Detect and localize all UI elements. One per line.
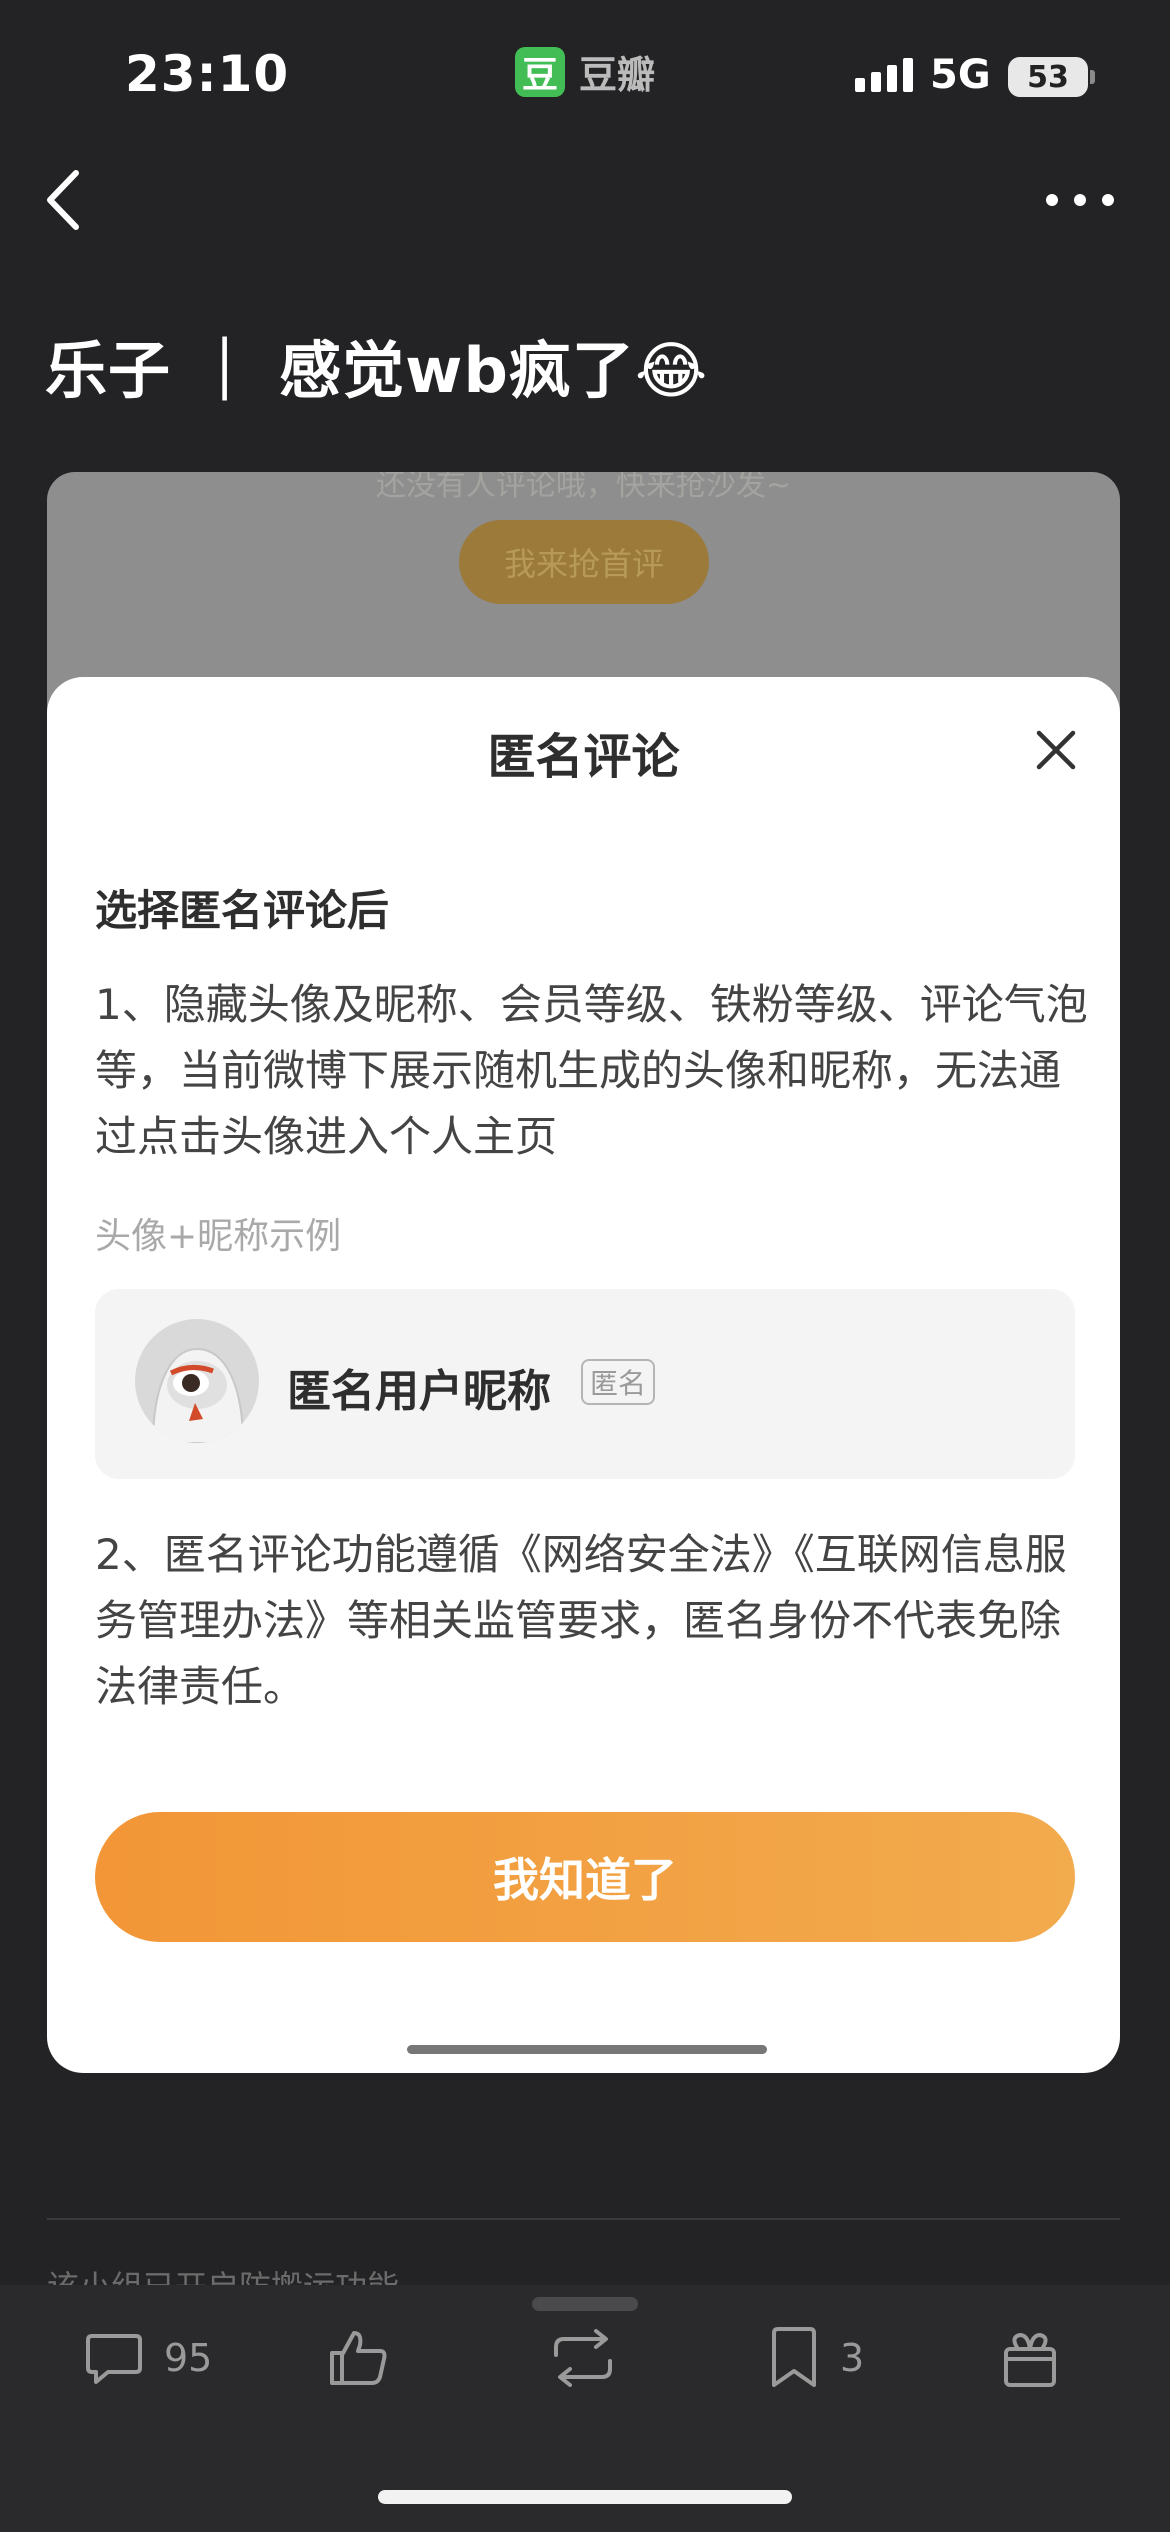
douban-app-indicator: 豆 豆瓣: [515, 44, 655, 99]
empty-comment-hint: 还没有人评论哦，快来抢沙发~: [375, 472, 792, 503]
example-label: 头像+昵称示例: [95, 1216, 342, 1257]
douban-logo-icon: 豆: [515, 46, 565, 97]
repost-icon: [554, 2329, 612, 2387]
battery-icon: 53: [1008, 57, 1088, 97]
rule-item-2: 2、匿名评论功能遵循《网络安全法》《互联网信息服务管理办法》等相关监管要求，匿名…: [95, 1530, 1067, 1711]
confirm-button[interactable]: 我知道了: [95, 1812, 1075, 1942]
comment-button[interactable]: 95: [82, 2318, 212, 2398]
more-button[interactable]: [1040, 180, 1120, 220]
signal-icon: [855, 58, 913, 92]
close-button[interactable]: [1033, 727, 1079, 773]
comment-count: 95: [164, 2336, 213, 2380]
gift-icon: [1004, 2333, 1056, 2387]
repost-button[interactable]: [548, 2318, 618, 2398]
close-icon: [1036, 730, 1076, 770]
home-indicator: [378, 2490, 792, 2504]
like-button[interactable]: [326, 2318, 392, 2398]
divider: [47, 2218, 1120, 2220]
sheet-handle[interactable]: [532, 2297, 638, 2311]
anonymous-name: 匿名用户昵称: [287, 1366, 551, 1417]
collect-button[interactable]: 3: [766, 2318, 864, 2398]
modal-drag-handle[interactable]: [407, 2045, 767, 2054]
rule-item-1: 1、隐藏头像及昵称、会员等级、铁粉等级、评论气泡等，当前微博下展示随机生成的头像…: [95, 980, 1088, 1161]
anonymous-badge: 匿名: [581, 1359, 655, 1405]
more-icon: [1046, 194, 1114, 206]
like-icon: [330, 2331, 387, 2385]
back-button[interactable]: [40, 165, 100, 235]
collect-icon: [772, 2327, 816, 2387]
comment-icon: [86, 2334, 142, 2384]
anonymous-avatar: [135, 1319, 259, 1443]
modal-title: 匿名评论: [487, 729, 680, 785]
status-time: 23:10: [125, 45, 290, 103]
back-icon: [47, 170, 79, 230]
post-title: 乐子 ｜ 感觉wb疯了😂: [45, 334, 709, 407]
section-title: 选择匿名评论后: [95, 886, 390, 935]
anonymous-avatar-icon: [135, 1319, 259, 1443]
network-type: 5G: [930, 52, 991, 98]
gift-button[interactable]: [1000, 2318, 1060, 2398]
first-comment-button[interactable]: 我来抢首评: [459, 520, 709, 604]
anonymous-comment-modal: 匿名评论 选择匿名评论后 1、隐藏头像及昵称、会员等级、铁粉等级、评论气泡等，当…: [47, 677, 1120, 2073]
collect-count: 3: [840, 2336, 865, 2380]
battery-cap: [1090, 70, 1095, 84]
app-name: 豆瓣: [579, 53, 656, 97]
